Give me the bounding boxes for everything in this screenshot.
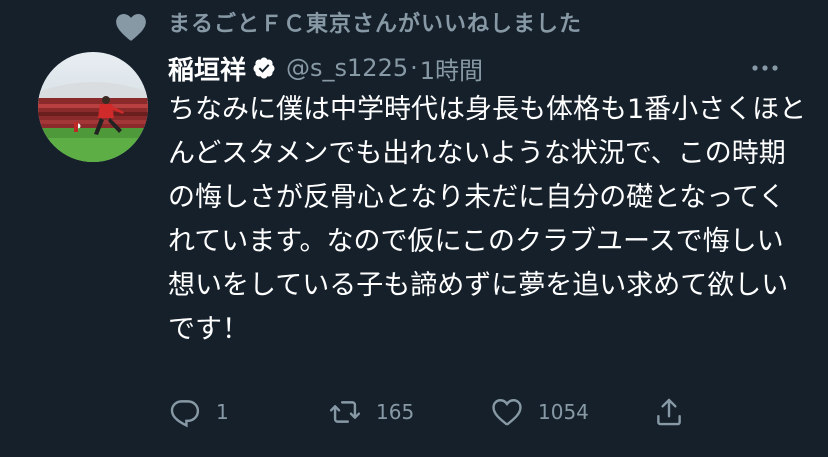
reply-icon (170, 400, 200, 428)
tweet-actions: 1 165 1054 (168, 392, 728, 432)
like-heart-icon (492, 399, 522, 426)
avatar-image (38, 52, 148, 162)
tweet[interactable]: まるごとＦＣ東京さんがいいねしました 稲垣祥 @s_s1225 · 1時間 ちな… (0, 0, 828, 457)
like-count: 1054 (538, 400, 589, 424)
tweet-header: 稲垣祥 @s_s1225 · 1時間 (168, 48, 483, 88)
more-options-icon[interactable] (750, 60, 780, 76)
retweet-icon (329, 401, 361, 423)
social-context-text[interactable]: まるごとＦＣ東京さんがいいねしました (168, 6, 582, 38)
social-context: まるごとＦＣ東京さんがいいねしました (112, 4, 582, 41)
heart-icon (116, 13, 146, 41)
avatar[interactable] (38, 52, 148, 162)
retweet-button[interactable]: 165 (328, 392, 414, 432)
retweet-count: 165 (376, 400, 415, 424)
verified-badge-icon (253, 57, 275, 79)
user-handle[interactable]: @s_s1225 (286, 54, 408, 82)
tweet-timestamp[interactable]: 1時間 (420, 51, 483, 86)
display-name[interactable]: 稲垣祥 (168, 50, 246, 87)
separator-dot: · (410, 54, 418, 82)
tweet-text: ちなみに僕は中学時代は身長も体格も1番小さくほとんどスタメンでも出れないような状… (168, 94, 807, 345)
reply-count: 1 (216, 400, 229, 424)
share-icon (657, 398, 681, 426)
share-button[interactable] (652, 392, 700, 432)
like-button[interactable]: 1054 (490, 392, 589, 432)
reply-button[interactable]: 1 (168, 392, 229, 432)
